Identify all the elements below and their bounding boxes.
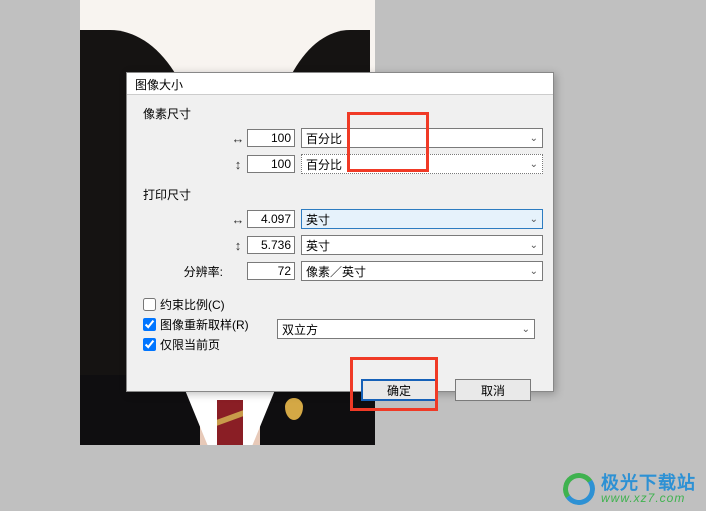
resolution-label: 分辨率:: [137, 263, 229, 280]
pixel-width-unit-label: 百分比: [306, 130, 342, 147]
constrain-ratio-label: 约束比例(C): [160, 296, 225, 313]
vertical-arrow-icon: ↕: [229, 238, 247, 253]
print-height-unit-select[interactable]: 英寸 ⌄: [301, 235, 543, 255]
vertical-arrow-icon: ↕: [229, 157, 247, 172]
pixel-section-label: 像素尺寸: [143, 105, 543, 122]
watermark-logo-icon: [563, 473, 595, 505]
constrain-ratio-checkbox[interactable]: [143, 298, 156, 311]
print-width-unit-label: 英寸: [306, 211, 330, 228]
chevron-down-icon: ⌄: [522, 324, 530, 335]
dialog-title: 图像大小: [127, 73, 553, 95]
pixel-width-unit-select[interactable]: 百分比 ⌄: [301, 128, 543, 148]
horizontal-arrow-icon: ↔: [229, 212, 247, 227]
pixel-height-unit-label: 百分比: [306, 156, 342, 173]
watermark: 极光下载站 www.xz7.com: [563, 473, 696, 505]
image-size-dialog: 图像大小 像素尺寸 ↔ 百分比 ⌄ ↕ 百分比 ⌄ 打印尺寸 ↔: [126, 72, 554, 392]
pixel-height-row: ↕ 百分比 ⌄: [137, 152, 543, 176]
current-only-checkbox[interactable]: [143, 338, 156, 351]
resolution-row: 分辨率: 像素／英寸 ⌄: [137, 259, 543, 283]
print-section-label: 打印尺寸: [143, 186, 543, 203]
resolution-unit-select[interactable]: 像素／英寸 ⌄: [301, 261, 543, 281]
print-height-row: ↕ 英寸 ⌄: [137, 233, 543, 257]
chevron-down-icon: ⌄: [530, 133, 538, 144]
resolution-unit-label: 像素／英寸: [306, 263, 366, 280]
watermark-text-url: www.xz7.com: [601, 492, 696, 504]
resample-checkbox[interactable]: [143, 318, 156, 331]
print-width-input[interactable]: [247, 210, 295, 228]
chevron-down-icon: ⌄: [530, 266, 538, 277]
print-width-row: ↔ 英寸 ⌄: [137, 207, 543, 231]
pixel-height-unit-select[interactable]: 百分比 ⌄: [301, 154, 543, 174]
chevron-down-icon: ⌄: [530, 159, 538, 170]
print-height-unit-label: 英寸: [306, 237, 330, 254]
constrain-ratio-row: 约束比例(C): [143, 295, 543, 313]
resample-method-label: 双立方: [282, 321, 318, 338]
resample-label: 图像重新取样(R): [160, 316, 249, 333]
watermark-text-cn: 极光下载站: [601, 474, 696, 492]
pixel-width-row: ↔ 百分比 ⌄: [137, 126, 543, 150]
pixel-height-input[interactable]: [247, 155, 295, 173]
resample-method-select[interactable]: 双立方 ⌄: [277, 319, 535, 339]
chevron-down-icon: ⌄: [530, 240, 538, 251]
current-only-label: 仅限当前页: [160, 336, 220, 353]
chevron-down-icon: ⌄: [530, 214, 538, 225]
cancel-button[interactable]: 取消: [455, 379, 531, 401]
pixel-width-input[interactable]: [247, 129, 295, 147]
resolution-input[interactable]: [247, 262, 295, 280]
print-height-input[interactable]: [247, 236, 295, 254]
horizontal-arrow-icon: ↔: [229, 131, 247, 146]
ok-button[interactable]: 确定: [361, 379, 437, 401]
print-width-unit-select[interactable]: 英寸 ⌄: [301, 209, 543, 229]
